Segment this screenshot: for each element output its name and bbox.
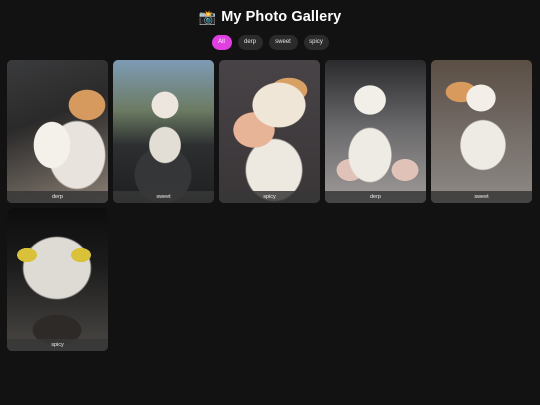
cat-photo xyxy=(7,208,108,351)
photo-tag-label: spicy xyxy=(219,191,320,203)
page-title: My Photo Gallery xyxy=(221,9,342,25)
page-header: 📸 My Photo Gallery xyxy=(0,6,540,28)
photo-tag-label: sweet xyxy=(431,191,532,203)
photo-card[interactable]: sweet xyxy=(431,60,532,203)
photo-tag-label: sweet xyxy=(113,191,214,203)
camera-icon: 📸 xyxy=(198,9,217,25)
cat-photo xyxy=(219,60,320,203)
photo-tag-label: derp xyxy=(325,191,426,203)
filter-chip-spicy[interactable]: spicy xyxy=(303,35,329,50)
photo-card[interactable]: spicy xyxy=(7,208,108,351)
photo-card[interactable]: spicy xyxy=(219,60,320,203)
filter-chip-sweet[interactable]: sweet xyxy=(268,35,298,50)
cat-photo xyxy=(325,60,426,203)
filter-chip-derp[interactable]: derp xyxy=(237,35,263,50)
photo-tag-label: derp xyxy=(7,191,108,203)
filter-bar: All derp sweet spicy xyxy=(0,35,540,50)
photo-card[interactable]: derp xyxy=(7,60,108,203)
photo-tag-label: spicy xyxy=(7,339,108,351)
cat-photo xyxy=(7,60,108,203)
cat-photo xyxy=(431,60,532,203)
photo-card[interactable]: sweet xyxy=(113,60,214,203)
filter-chip-all[interactable]: All xyxy=(211,35,232,50)
cat-photo xyxy=(113,60,214,203)
photo-card[interactable]: derp xyxy=(325,60,426,203)
